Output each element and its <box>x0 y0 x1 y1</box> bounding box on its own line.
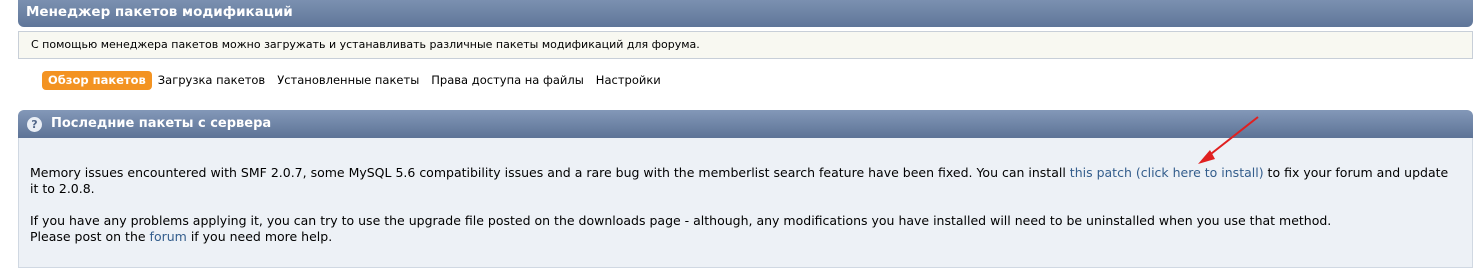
news-paragraph-1: Memory issues encountered with SMF 2.0.7… <box>30 165 1460 197</box>
info-text: С помощью менеджера пакетов можно загруж… <box>31 38 700 51</box>
tab-browse-packages[interactable]: Обзор пакетов <box>42 70 152 90</box>
info-description: С помощью менеджера пакетов можно загруж… <box>18 31 1473 59</box>
tab-file-permissions[interactable]: Права доступа на файлы <box>425 71 590 90</box>
news-text-2: If you have any problems applying it, yo… <box>30 213 1332 228</box>
help-icon[interactable]: ? <box>27 116 42 132</box>
tab-installed-packages[interactable]: Установленные пакеты <box>271 71 425 90</box>
news-paragraph-2: If you have any problems applying it, yo… <box>30 213 1460 245</box>
package-manager-header: Менеджер пакетов модификаций <box>18 0 1473 27</box>
news-text-3a: Please post on the <box>30 229 150 244</box>
install-patch-link[interactable]: this patch (click here to install) <box>1070 165 1264 180</box>
news-text-3b: if you need more help. <box>186 229 333 244</box>
tab-bar: Обзор пакетов Загрузка пакетов Установле… <box>42 70 667 90</box>
tab-download-packages[interactable]: Загрузка пакетов <box>152 71 271 90</box>
news-content: Memory issues encountered with SMF 2.0.7… <box>18 138 1473 268</box>
forum-link[interactable]: forum <box>150 229 187 244</box>
news-text-1a: Memory issues encountered with SMF 2.0.7… <box>30 165 1070 180</box>
news-title-bar: ? Последние пакеты с сервера <box>18 110 1473 138</box>
tab-settings[interactable]: Настройки <box>590 71 667 90</box>
news-title: Последние пакеты с сервера <box>51 116 272 131</box>
page-title: Менеджер пакетов модификаций <box>26 4 293 20</box>
